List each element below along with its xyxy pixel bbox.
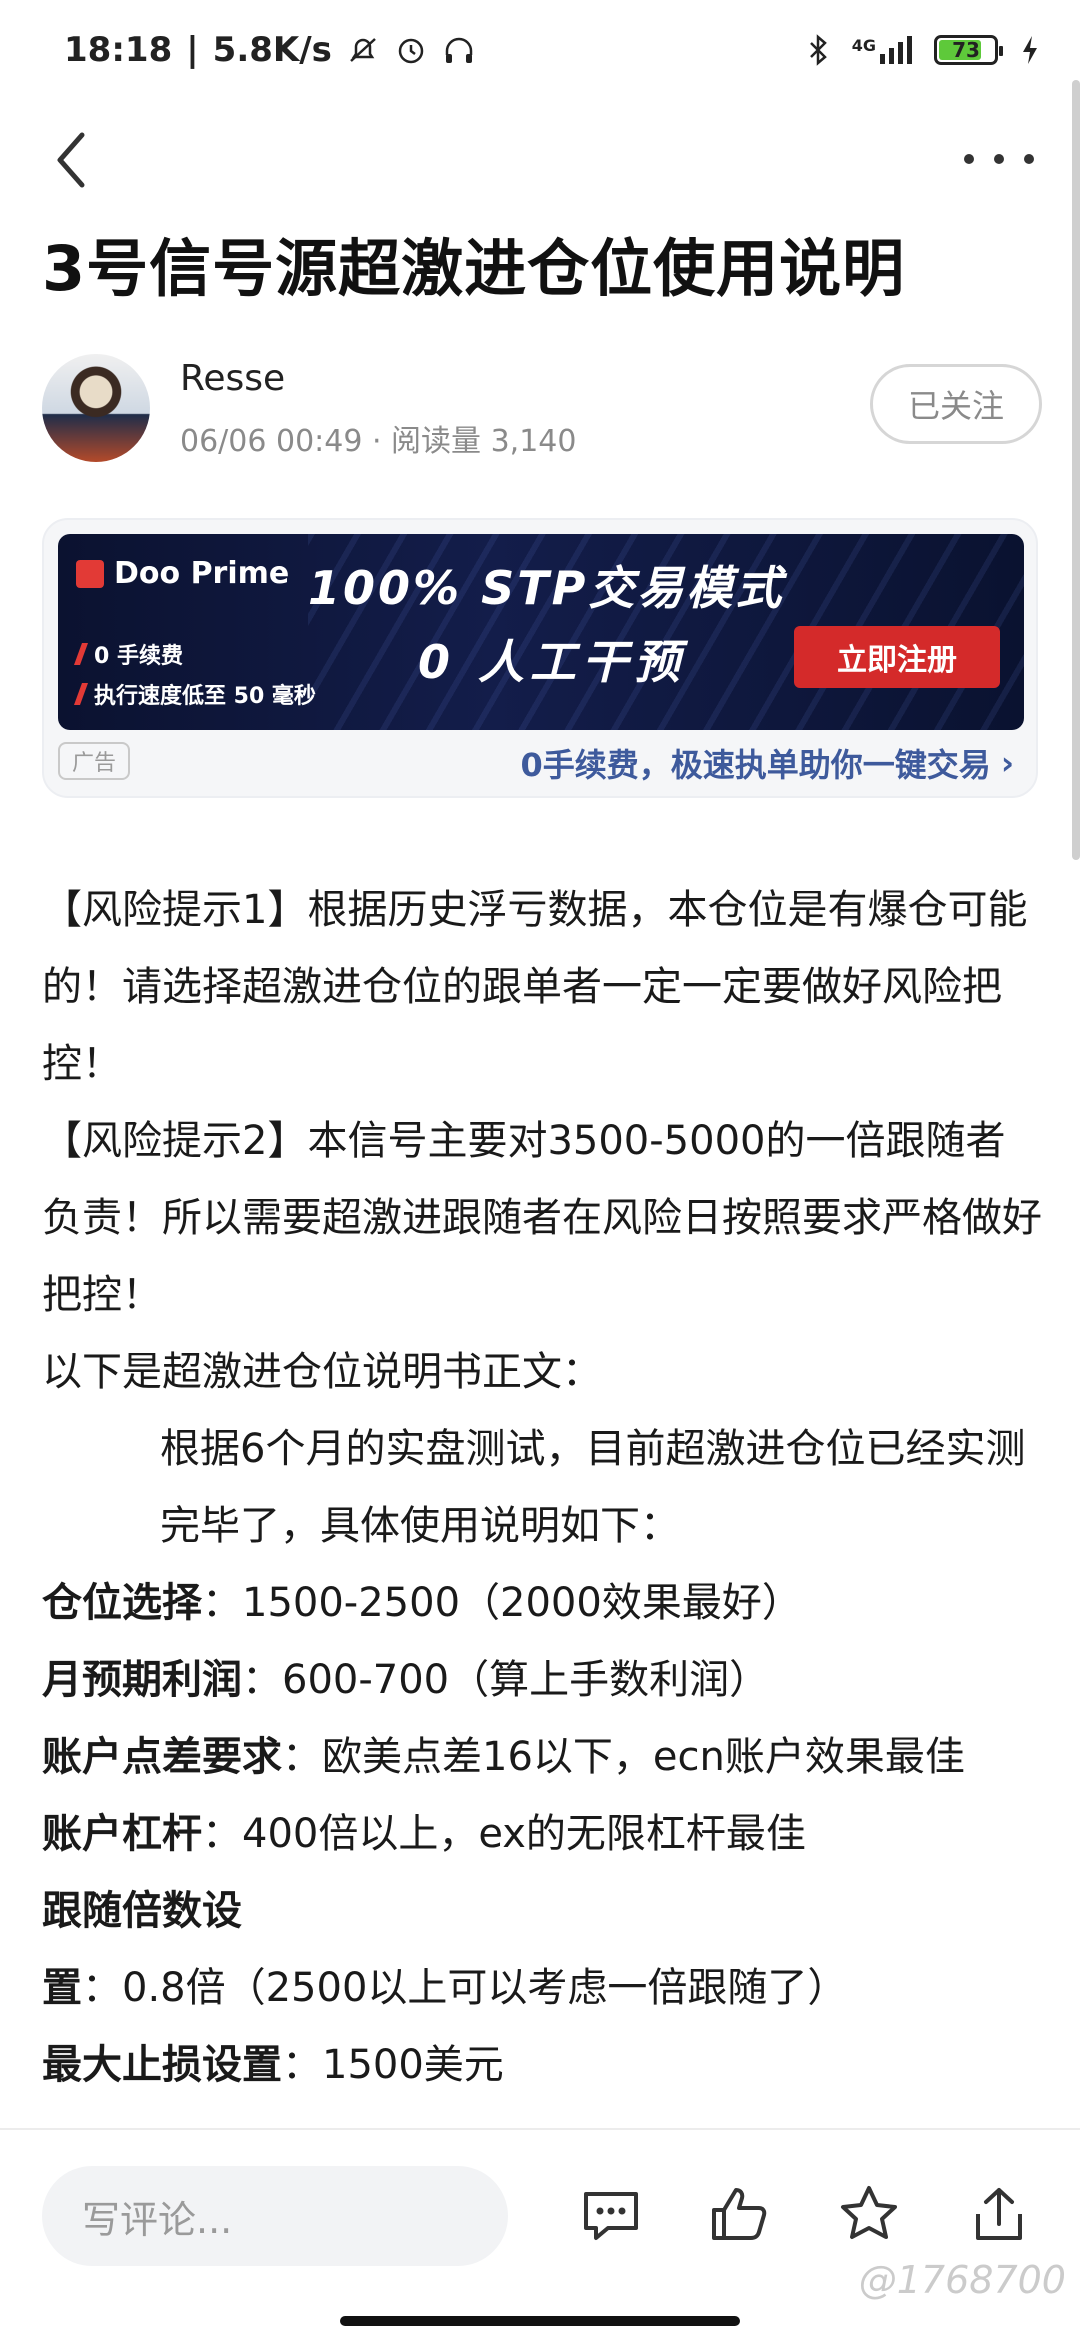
risk-notice-1: 【风险提示1】根据历史浮亏数据，本仓位是有爆仓可能的！请选择超激进仓位的跟单者一… [42, 887, 1028, 1087]
favorite-icon[interactable] [836, 2182, 902, 2248]
back-icon[interactable] [46, 125, 106, 195]
ad-card[interactable]: Doo Prime 0 手续费 执行速度低至 50 毫秒 100% STP交易模… [42, 518, 1038, 798]
ad-feature-fee: 0 手续费 [73, 638, 183, 670]
article-body: 【风险提示1】根据历史浮亏数据，本仓位是有爆仓可能的！请选择超激进仓位的跟单者一… [42, 872, 1042, 2104]
charging-icon [1023, 36, 1037, 64]
spec-item: 月预期利润：600-700（算上手数利润） [42, 1657, 770, 1703]
follow-button[interactable]: 已关注 [870, 364, 1042, 444]
ad-subline: 0 人工干预 [418, 635, 687, 689]
headphones-icon [445, 37, 473, 63]
article-title: 3号信号源超激进仓位使用说明 [42, 232, 906, 305]
test-summary: 根据6个月的实盘测试，目前超激进仓位已经实测完毕了，具体使用说明如下： [160, 1426, 1026, 1549]
watermark: @1768700 [858, 2258, 1066, 2302]
bluetooth-icon [809, 34, 827, 66]
spec-item: 最大止损设置：1500美元 [42, 2042, 504, 2088]
alarm-icon [398, 38, 424, 64]
ad-feature-speed: 执行速度低至 50 毫秒 [73, 678, 316, 710]
signal-indicator: 4G [852, 36, 912, 64]
ad-link-text: 0手续费，极速执单助你一键交易 [520, 746, 991, 784]
top-nav [0, 105, 1080, 215]
status-bar: 18:18 | 5.8K/s 4G 73 [0, 0, 1080, 100]
author-name[interactable]: Resse [180, 358, 285, 399]
network-speed: 5.8K/s [212, 30, 332, 70]
intro-text: 以下是超激进仓位说明书正文： [42, 1349, 602, 1395]
ad-logo: Doo Prime [76, 556, 289, 591]
more-icon[interactable] [964, 147, 1034, 171]
battery-indicator: 73 [934, 35, 1003, 65]
like-icon[interactable] [706, 2182, 772, 2248]
author-row: Resse 06/06 00:49 · 阅读量 3,140 已关注 [42, 350, 1042, 470]
comment-input[interactable]: 写评论... [42, 2166, 508, 2266]
status-time: 18:18 [64, 30, 173, 70]
ad-banner[interactable]: Doo Prime 0 手续费 执行速度低至 50 毫秒 100% STP交易模… [58, 534, 1024, 730]
ad-link[interactable]: 0手续费，极速执单助你一键交易 › [521, 740, 1014, 786]
spec-item: 跟随倍数设置：0.8倍（2500以上可以考虑一倍跟随了） [42, 1888, 848, 2011]
home-indicator[interactable] [340, 2316, 740, 2326]
spec-item: 仓位选择：1500-2500（2000效果最好） [42, 1580, 802, 1626]
avatar[interactable] [42, 354, 150, 462]
ad-headline: 100% STP交易模式 [308, 561, 785, 615]
comment-icon[interactable] [578, 2182, 644, 2248]
share-icon[interactable] [966, 2182, 1032, 2248]
scrollbar[interactable] [1072, 80, 1080, 860]
mute-bell-icon [350, 38, 376, 62]
risk-notice-2: 【风险提示2】本信号主要对3500-5000的一倍跟随者负责！所以需要超激进跟随… [42, 1118, 1042, 1318]
chevron-right-icon: › [1000, 744, 1014, 782]
spec-item: 账户杠杆：400倍以上，ex的无限杠杆最佳 [42, 1811, 806, 1857]
ad-register-button[interactable]: 立即注册 [794, 626, 1000, 688]
battery-level: 73 [952, 38, 980, 62]
author-meta: 06/06 00:49 · 阅读量 3,140 [180, 424, 577, 459]
ad-brand: Doo Prime [114, 556, 290, 591]
spec-item: 账户点差要求：欧美点差16以下，ecn账户效果最佳 [42, 1734, 965, 1780]
doo-prime-logo-icon [76, 559, 104, 588]
ad-tag: 广告 [58, 742, 130, 780]
network-type: 4G [851, 36, 876, 55]
